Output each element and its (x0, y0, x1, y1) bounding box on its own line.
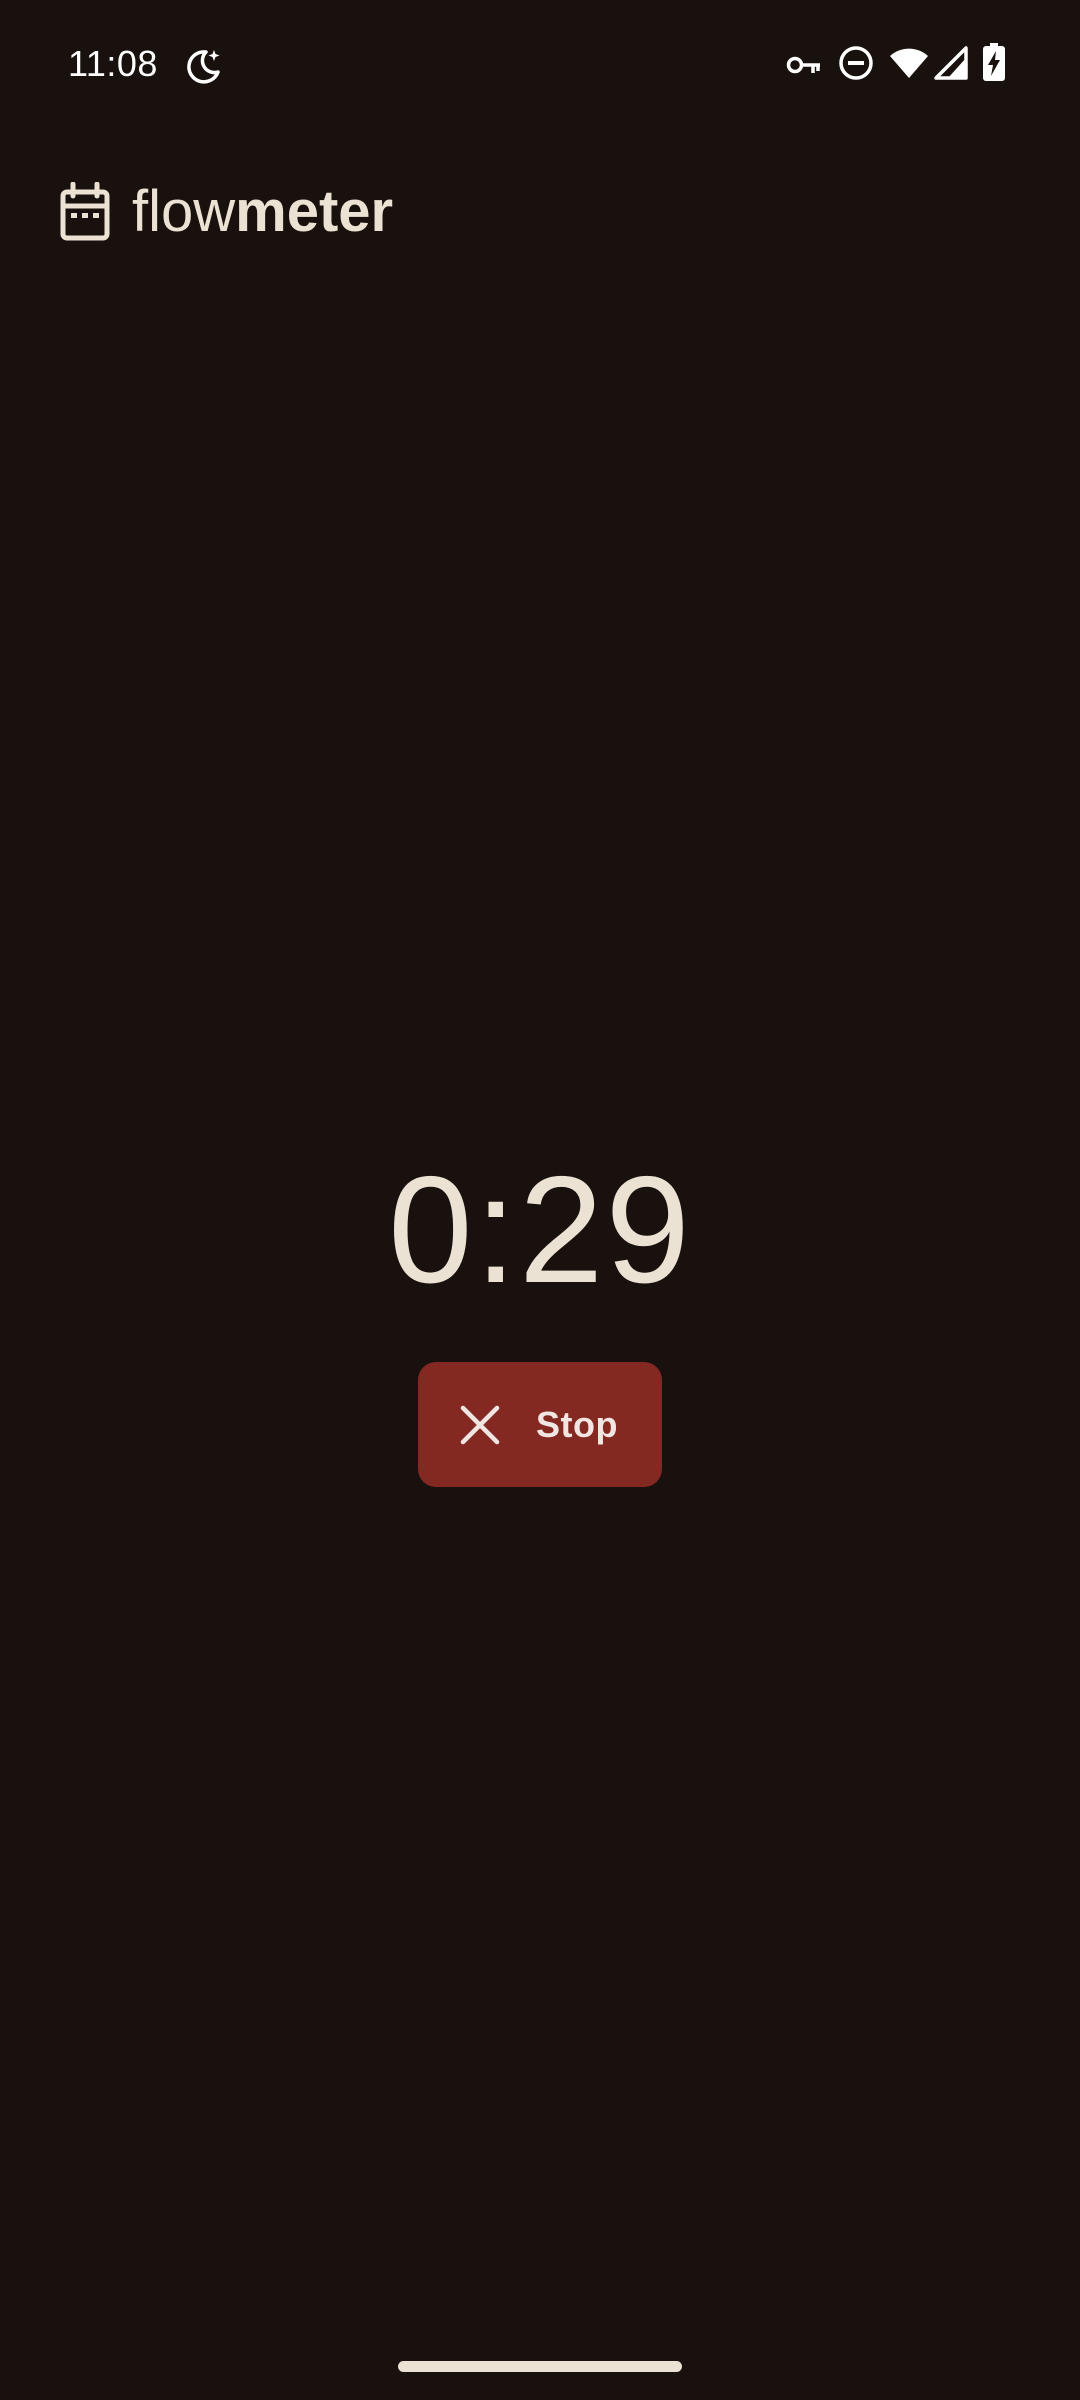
night-mode-icon (187, 50, 220, 84)
stop-button-label: Stop (536, 1403, 618, 1445)
cell-signal-icon (934, 46, 968, 80)
timer-display: 0:29 (388, 1145, 692, 1315)
status-bar: 11:08 (0, 0, 1080, 130)
app-title-bold: meter (235, 179, 394, 244)
status-time: 11:08 (68, 43, 158, 84)
stop-button[interactable]: Stop (418, 1362, 662, 1487)
app-title-light: flow (132, 179, 236, 244)
battery-charging-icon (983, 43, 1005, 81)
close-icon (460, 1405, 500, 1444)
app-screen: 11:08 flowmeter 0:29 Stop (0, 0, 1080, 2400)
app-title: flowmeter (132, 177, 393, 247)
do-not-disturb-icon (839, 46, 873, 80)
wifi-icon (890, 48, 928, 78)
calendar-icon (60, 182, 110, 241)
vpn-key-icon (786, 56, 820, 74)
app-header: flowmeter (58, 172, 393, 252)
gesture-nav-bar[interactable] (398, 2361, 682, 2372)
